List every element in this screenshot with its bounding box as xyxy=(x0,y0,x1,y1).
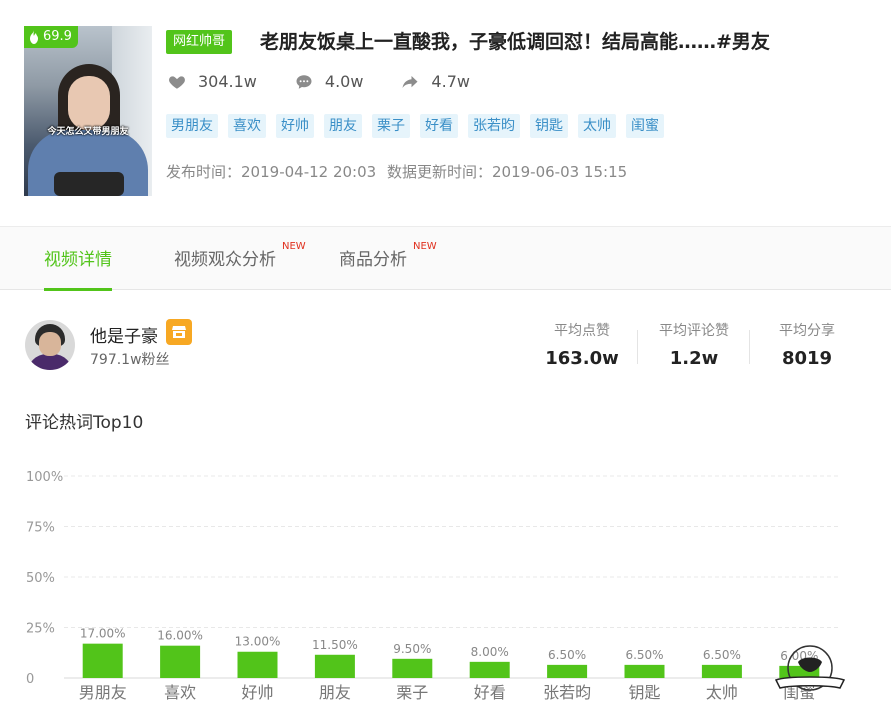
video-title[interactable]: 老朋友饭桌上一直酸我，子豪低调回怼！结局高能……#男友 xyxy=(260,29,770,55)
likes-count: 304.1w xyxy=(198,72,257,91)
author-name[interactable]: 他是子豪 xyxy=(90,322,158,347)
tag-item[interactable]: 太帅 xyxy=(578,114,616,138)
avatar-face xyxy=(39,332,61,356)
metric-label: 平均分享 xyxy=(779,323,835,339)
tag-list: 男朋友 喜欢 好帅 朋友 栗子 好看 张若昀 钥匙 太帅 闺蜜 xyxy=(166,114,674,138)
y-tick-label: 100% xyxy=(26,470,63,485)
thumbnail-person-face xyxy=(68,76,110,130)
avatar[interactable] xyxy=(25,320,75,370)
new-badge: NEW xyxy=(282,241,306,252)
comments-stat: 4.0w xyxy=(295,72,364,91)
tab-label: 视频观众分析 xyxy=(174,250,276,270)
shop-icon[interactable] xyxy=(166,319,192,345)
tag-item[interactable]: 钥匙 xyxy=(530,114,568,138)
metric-label: 平均评论赞 xyxy=(659,323,729,339)
watermark-logo xyxy=(774,645,846,691)
heat-score-value: 69.9 xyxy=(43,29,72,44)
tag-item[interactable]: 闺蜜 xyxy=(626,114,664,138)
bar xyxy=(314,654,355,678)
metric-value: 1.2w xyxy=(669,348,719,369)
comments-count: 4.0w xyxy=(324,72,364,91)
likes-stat: 304.1w xyxy=(168,72,257,91)
flame-icon xyxy=(30,30,38,44)
publish-time-value: 2019-04-12 20:03 xyxy=(241,163,377,181)
publish-time-label: 发布时间： xyxy=(166,163,242,181)
new-badge: NEW xyxy=(413,241,437,252)
bar-data-label: 17.00% xyxy=(80,627,126,641)
update-time-label: 数据更新时间： xyxy=(386,163,492,181)
tag-item[interactable]: 栗子 xyxy=(372,114,410,138)
x-tick-label: 张若昀 xyxy=(543,683,591,702)
metric-divider xyxy=(637,330,638,364)
x-tick-label: 喜欢 xyxy=(164,683,196,702)
tag-item[interactable]: 男朋友 xyxy=(166,114,218,138)
bar xyxy=(82,643,123,678)
x-tick-label: 太帅 xyxy=(706,683,738,702)
x-tick-label: 好看 xyxy=(474,683,506,702)
heart-icon xyxy=(169,75,185,89)
metric-label: 平均点赞 xyxy=(554,323,610,339)
metric-avg-comment-likes: 平均评论赞 1.2w xyxy=(639,320,749,369)
chart-section-title: 评论热词Top10 xyxy=(25,413,144,433)
bar-data-label: 11.50% xyxy=(312,638,358,652)
metric-value: 163.0w xyxy=(545,348,619,369)
bar-data-label: 8.00% xyxy=(471,645,509,659)
bar xyxy=(160,645,201,678)
x-tick-label: 好帅 xyxy=(241,683,273,702)
x-tick-label: 钥匙 xyxy=(628,683,660,702)
store-icon xyxy=(172,326,186,338)
bar-data-label: 13.00% xyxy=(235,635,281,649)
tab-label: 商品分析 xyxy=(339,250,407,270)
bar-data-label: 9.50% xyxy=(393,642,431,656)
metric-value: 8019 xyxy=(781,348,833,369)
time-info: 发布时间：2019-04-12 20:03 数据更新时间：2019-06-03 … xyxy=(166,161,633,182)
share-icon xyxy=(402,75,418,88)
shares-count: 4.7w xyxy=(431,72,470,91)
x-tick-label: 朋友 xyxy=(319,683,351,702)
category-badge: 网红帅哥 xyxy=(166,30,233,54)
x-tick-label: 栗子 xyxy=(396,683,428,702)
bar-data-label: 6.50% xyxy=(703,648,741,662)
tab-video-details[interactable]: 视频详情 xyxy=(44,227,112,291)
video-stats: 304.1w 4.0w 4.7w xyxy=(168,72,508,91)
bar-data-label: 6.50% xyxy=(625,648,663,662)
thumbnail-bag xyxy=(54,172,124,196)
metric-divider xyxy=(749,330,750,364)
tag-item[interactable]: 好帅 xyxy=(276,114,314,138)
bar-data-label: 6.50% xyxy=(548,648,586,662)
y-tick-label: 50% xyxy=(26,571,55,586)
bar xyxy=(547,664,588,678)
tab-label: 视频详情 xyxy=(44,250,112,270)
comment-keywords-bar-chart: 0 25% 50% 75% 100% 17.00% 男朋友 16.00% 喜欢 13.00% 好帅 1… xyxy=(26,470,838,702)
shares-stat: 4.7w xyxy=(401,72,470,91)
heat-score-badge: 69.9 xyxy=(24,26,78,48)
bar xyxy=(469,661,510,678)
tab-bar: 视频详情 视频观众分析 NEW 商品分析 NEW xyxy=(0,226,891,291)
bar xyxy=(392,658,433,678)
tag-item[interactable]: 张若昀 xyxy=(468,114,520,138)
tab-product-analysis[interactable]: 商品分析 NEW xyxy=(339,227,437,290)
y-tick-label: 75% xyxy=(26,521,55,536)
metric-avg-likes: 平均点赞 163.0w xyxy=(527,320,637,369)
comment-icon xyxy=(296,74,312,89)
y-tick-label: 25% xyxy=(26,622,55,637)
thumbnail-caption: 今天怎么又带男朋友 xyxy=(47,127,129,137)
video-thumbnail[interactable]: 今天怎么又带男朋友 xyxy=(24,26,152,196)
bar-data-label: 16.00% xyxy=(157,629,203,643)
fans-count: 797.1w粉丝 xyxy=(90,352,170,368)
tab-audience-analysis[interactable]: 视频观众分析 NEW xyxy=(174,227,306,290)
tag-item[interactable]: 喜欢 xyxy=(228,114,266,138)
metric-avg-shares: 平均分享 8019 xyxy=(752,320,862,369)
bar xyxy=(701,664,742,678)
update-time-value: 2019-06-03 15:15 xyxy=(491,163,628,181)
tag-item[interactable]: 好看 xyxy=(420,114,458,138)
avatar-body xyxy=(27,354,73,370)
bar xyxy=(624,664,665,678)
bar xyxy=(237,651,278,678)
tag-item[interactable]: 朋友 xyxy=(324,114,362,138)
x-tick-label: 男朋友 xyxy=(79,683,127,702)
y-tick-label: 0 xyxy=(26,672,34,687)
